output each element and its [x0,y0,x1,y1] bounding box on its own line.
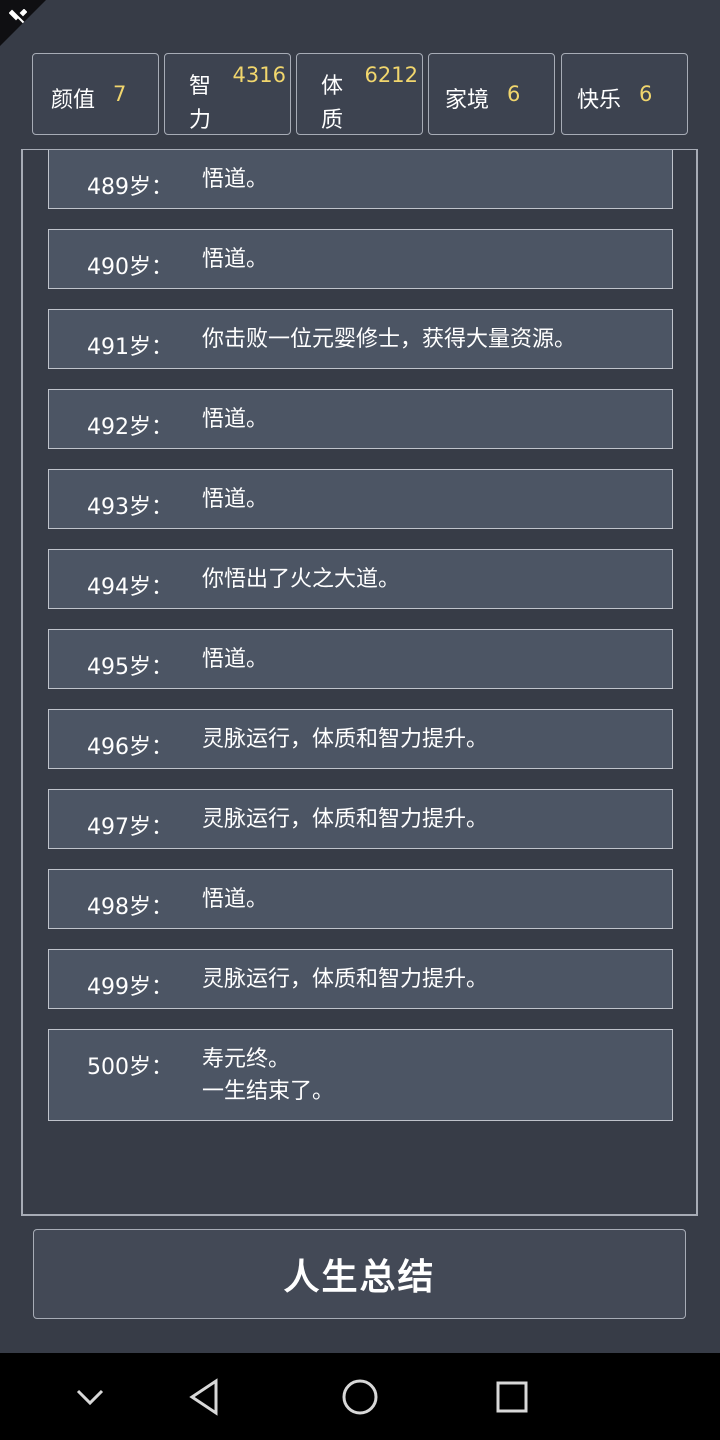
stat-bar: 颜值 7 智 力 4316 体 质 6212 家境 6 快乐 6 [32,53,688,135]
stat-value: 6 [639,82,653,106]
corner-badge [0,0,46,46]
chevron-down-icon[interactable] [68,1375,112,1419]
entry-text: 悟道。 [202,887,269,912]
entry-text: 悟道。 [202,167,269,192]
entry-age: 497岁： [87,815,173,840]
stat-label: 快乐 [577,88,622,113]
entry-age: 491岁： [87,335,173,360]
stat-physique: 体 质 6212 [296,53,423,135]
entry-text: 灵脉运行，体质和智力提升。 [202,967,489,992]
stat-value: 6 [507,82,521,106]
back-triangle-icon[interactable] [184,1375,228,1419]
entry-text: 悟道。 [202,647,269,672]
entry-age: 500岁： [87,1055,173,1080]
timeline-entry: 490岁： 悟道。 [48,229,673,289]
stat-label-top: 智 [189,74,212,99]
timeline-entry: 500岁： 寿元终。 一生结束了。 [48,1029,673,1121]
stat-value: 6212 [364,63,418,87]
timeline-entry: 493岁： 悟道。 [48,469,673,529]
stat-label-bottom: 质 [321,108,344,133]
entry-text: 悟道。 [202,247,269,272]
timeline-entry: 496岁： 灵脉运行，体质和智力提升。 [48,709,673,769]
entry-text: 灵脉运行，体质和智力提升。 [202,807,489,832]
stat-appearance: 颜值 7 [32,53,159,135]
entry-text-line2: 一生结束了。 [202,1079,335,1104]
stat-label-bottom: 力 [189,108,212,133]
stat-label: 颜值 [51,88,96,113]
entry-age: 490岁： [87,255,173,280]
entry-age: 493岁： [87,495,173,520]
stat-value: 7 [113,82,127,106]
timeline-list: 489岁： 悟道。 490岁： 悟道。 491岁： 你击败一位元婴修士，获得大量… [48,150,673,1141]
stat-family: 家境 6 [428,53,555,135]
stat-value: 4316 [232,63,286,87]
life-summary-button[interactable]: 人生总结 [33,1229,686,1319]
entry-age: 495岁： [87,655,173,680]
timeline-entry: 499岁： 灵脉运行，体质和智力提升。 [48,949,673,1009]
system-navbar [0,1353,720,1440]
entry-text: 悟道。 [202,487,269,512]
home-circle-icon[interactable] [338,1375,382,1419]
stat-label: 家境 [445,88,490,113]
timeline-entry: 491岁： 你击败一位元婴修士，获得大量资源。 [48,309,673,369]
entry-age: 489岁： [87,175,173,200]
entry-age: 499岁： [87,975,173,1000]
timeline-entry: 497岁： 灵脉运行，体质和智力提升。 [48,789,673,849]
entry-text: 你击败一位元婴修士，获得大量资源。 [202,327,577,352]
entry-age: 496岁： [87,735,173,760]
stat-intelligence: 智 力 4316 [164,53,291,135]
entry-text: 你悟出了火之大道。 [202,567,401,592]
timeline-entry: 498岁： 悟道。 [48,869,673,929]
entry-age: 498岁： [87,895,173,920]
entry-text: 悟道。 [202,407,269,432]
entry-text: 灵脉运行，体质和智力提升。 [202,727,489,752]
stat-label-top: 体 [321,74,344,99]
entry-age: 494岁： [87,575,173,600]
life-timeline[interactable]: 489岁： 悟道。 490岁： 悟道。 491岁： 你击败一位元婴修士，获得大量… [21,149,698,1216]
timeline-entry: 489岁： 悟道。 [48,150,673,209]
entry-age: 492岁： [87,415,173,440]
timeline-entry: 494岁： 你悟出了火之大道。 [48,549,673,609]
recents-square-icon[interactable] [490,1375,534,1419]
timeline-entry: 495岁： 悟道。 [48,629,673,689]
timeline-entry: 492岁： 悟道。 [48,389,673,449]
tool-icon [9,9,27,24]
stat-happiness: 快乐 6 [561,53,688,135]
